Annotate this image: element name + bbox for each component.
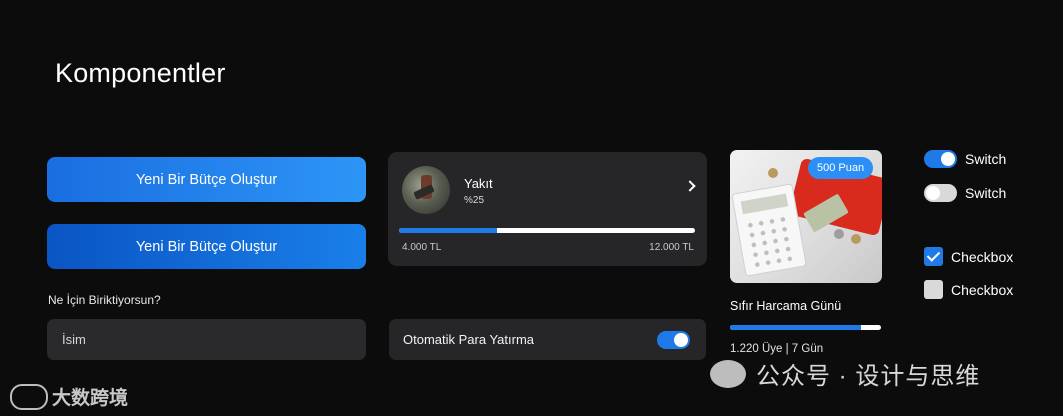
budget-progress-bar <box>399 228 695 233</box>
page-title: Komponentler <box>55 58 226 88</box>
switch-row-1: Switch <box>924 150 1006 168</box>
checkbox-row-2: Checkbox <box>924 280 1013 299</box>
budget-card[interactable]: Yakıt %25 4.000 TL 12.000 TL <box>388 152 707 266</box>
checkbox-checked[interactable] <box>924 247 943 266</box>
checkbox-unchecked[interactable] <box>924 280 943 299</box>
switch-row-2: Switch <box>924 184 1006 202</box>
challenge-meta: 1.220 Üye | 7 Gün <box>730 343 824 355</box>
challenge-progress-fill <box>730 325 862 330</box>
create-budget-button-pressed[interactable]: Yeni Bir Bütçe Oluştur <box>47 224 366 269</box>
switch-label: Switch <box>965 151 1007 167</box>
watermark-left: 大数跨境 <box>10 383 128 410</box>
challenge-progress-bar <box>730 325 881 330</box>
budget-percent: %25 <box>464 195 485 206</box>
budget-name: Yakıt <box>464 176 493 191</box>
auto-deposit-row: Otomatik Para Yatırma <box>389 319 706 360</box>
coin-graphic <box>851 234 861 244</box>
switch-label: Switch <box>965 185 1007 201</box>
budget-progress-fill <box>399 228 497 233</box>
auto-deposit-toggle[interactable] <box>657 331 690 349</box>
chevron-right-icon[interactable] <box>684 180 696 192</box>
toggle-knob <box>674 333 688 347</box>
coin-graphic <box>834 229 844 239</box>
checkbox-row-1: Checkbox <box>924 247 1013 266</box>
checkbox-label: Checkbox <box>951 281 1014 298</box>
savings-goal-label: Ne İçin Biriktiyorsun? <box>48 293 161 307</box>
create-budget-button[interactable]: Yeni Bir Bütçe Oluştur <box>47 157 366 202</box>
watermark-logo-icon <box>10 383 48 410</box>
watermark-left-text: 大数跨境 <box>52 388 129 409</box>
watermark-right-text: 公众号 · 设计与思维 <box>756 363 981 390</box>
switch-toggle-on[interactable] <box>924 150 957 168</box>
toggle-knob <box>926 186 940 200</box>
name-input-placeholder: İsim <box>62 332 86 347</box>
coin-graphic <box>768 168 778 178</box>
watermark-right: 公众号 · 设计与思维 <box>710 356 980 391</box>
switch-toggle-off[interactable] <box>924 184 957 202</box>
budget-max-amount: 12.000 TL <box>649 242 694 253</box>
fuel-pump-icon <box>402 166 450 214</box>
wechat-icon <box>710 359 746 388</box>
points-badge: 500 Puan <box>808 157 874 179</box>
name-input[interactable]: İsim <box>47 319 366 360</box>
checkbox-label: Checkbox <box>951 248 1014 265</box>
budget-min-amount: 4.000 TL <box>402 242 442 253</box>
auto-deposit-label: Otomatik Para Yatırma <box>403 332 535 347</box>
toggle-knob <box>941 152 955 166</box>
challenge-title: Sıfır Harcama Günü <box>730 299 842 313</box>
